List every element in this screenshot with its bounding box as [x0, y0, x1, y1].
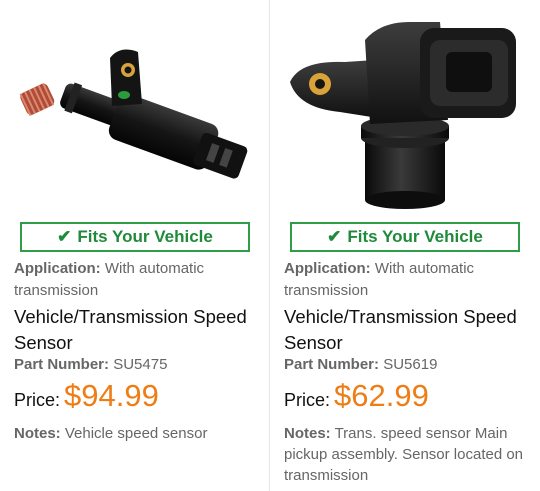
- product-title-link[interactable]: Vehicle/Transmission Speed Sensor: [284, 304, 529, 356]
- price-value: $94.99: [64, 378, 159, 413]
- price: Price: $94.99: [14, 378, 259, 414]
- application-info: Application: With automatic transmission: [284, 258, 529, 302]
- price-value: $62.99: [334, 378, 429, 413]
- price-label: Price:: [284, 390, 331, 410]
- part-number-value: SU5475: [113, 356, 168, 373]
- application-info: Application: With automatic transmission: [14, 258, 259, 302]
- speed-sensor-image: [19, 49, 248, 179]
- part-number: Part Number: SU5475: [14, 355, 259, 375]
- notes: Notes: Trans. speed sensor Main pickup a…: [284, 423, 529, 486]
- check-icon: ✔: [327, 227, 342, 246]
- product-grid: ✔ Fits Your Vehicle Application: With au…: [0, 0, 540, 491]
- product-image[interactable]: [0, 0, 270, 215]
- fits-label: Fits Your Vehicle: [77, 227, 213, 246]
- price: Price: $62.99: [284, 378, 529, 414]
- fits-your-vehicle-badge: ✔ Fits Your Vehicle: [20, 222, 250, 252]
- product-card[interactable]: ✔ Fits Your Vehicle Application: With au…: [0, 0, 270, 491]
- product-image[interactable]: [270, 0, 540, 215]
- notes-label: Notes:: [14, 425, 61, 442]
- notes-value: Vehicle speed sensor: [64, 425, 208, 442]
- part-number-label: Part Number:: [14, 356, 110, 373]
- fits-label: Fits Your Vehicle: [347, 227, 483, 246]
- fits-your-vehicle-badge: ✔ Fits Your Vehicle: [290, 222, 520, 252]
- part-number-label: Part Number:: [284, 356, 380, 373]
- part-number-value: SU5619: [383, 356, 438, 373]
- application-label: Application:: [14, 260, 101, 277]
- notes: Notes: Vehicle speed sensor: [14, 423, 259, 444]
- check-icon: ✔: [57, 227, 72, 246]
- application-label: Application:: [284, 260, 371, 277]
- part-number: Part Number: SU5619: [284, 355, 529, 375]
- product-title-link[interactable]: Vehicle/Transmission Speed Sensor: [14, 304, 259, 356]
- product-card[interactable]: ✔ Fits Your Vehicle Application: With au…: [270, 0, 540, 491]
- notes-label: Notes:: [284, 425, 331, 442]
- price-label: Price:: [14, 390, 61, 410]
- speed-sensor-image: [290, 22, 516, 209]
